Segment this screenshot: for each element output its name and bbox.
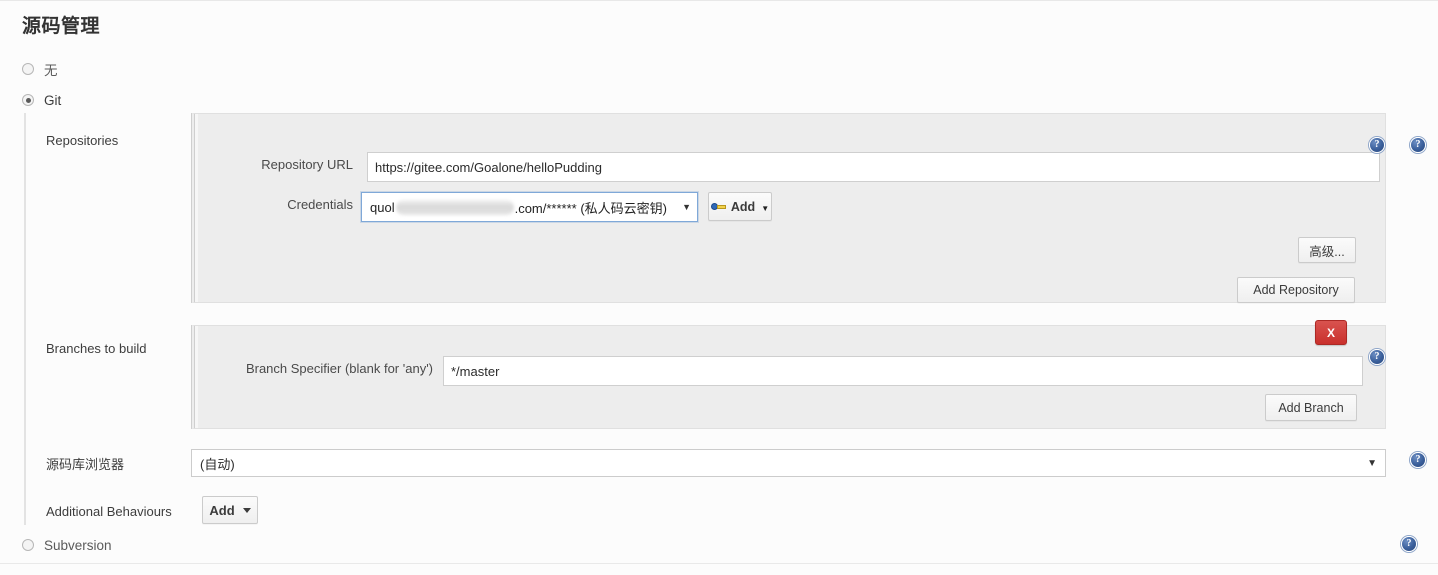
add-branch-label: Add Branch [1278, 400, 1344, 415]
repository-url-input[interactable] [367, 152, 1380, 182]
scm-configuration-page: 源码管理 无 Git Repositories Repository URL C… [0, 0, 1438, 575]
repositories-row: Repositories Repository URL Credentials … [26, 113, 1426, 307]
add-credentials-button[interactable]: Add ▼ [708, 192, 772, 221]
panel-accent-line [195, 326, 198, 428]
delete-branch-label: X [1326, 325, 1335, 340]
credentials-label: Credentials [287, 197, 353, 212]
branches-label: Branches to build [46, 341, 147, 356]
add-behaviour-label: Add [209, 502, 235, 518]
radio-subversion[interactable] [22, 539, 34, 551]
chevron-down-icon: ▼ [1367, 457, 1377, 469]
credentials-redacted-region [395, 199, 514, 215]
help-icon-branch-specifier[interactable]: ? [1369, 349, 1385, 365]
scm-option-none[interactable]: 无 [22, 59, 58, 79]
help-icon-repository-url[interactable]: ? [1369, 137, 1385, 153]
help-icon-subversion[interactable]: ? [1401, 536, 1417, 552]
caret-down-icon: ▼ [761, 204, 770, 213]
repositories-panel: Repository URL Credentials quol .com/***… [191, 113, 1386, 303]
scm-option-subversion-label: Subversion [44, 537, 112, 553]
help-icon-repositories[interactable]: ? [1410, 137, 1426, 153]
scm-option-subversion[interactable]: Subversion [22, 535, 112, 555]
repository-url-label: Repository URL [261, 157, 353, 172]
key-icon [710, 201, 726, 212]
add-credentials-label: Add [730, 199, 756, 214]
credentials-value-suffix: .com/****** (私人码云密钥) [514, 200, 667, 216]
panel-accent-line [195, 114, 198, 302]
credentials-value-prefix: quol [370, 199, 395, 215]
caret-down-icon [242, 507, 251, 513]
help-icon-repository-browser[interactable]: ? [1410, 452, 1426, 468]
repository-browser-label: 源码库浏览器 [46, 457, 125, 472]
additional-behaviours-label: Additional Behaviours [46, 504, 172, 519]
radio-none[interactable] [22, 63, 34, 75]
scm-option-git-label: Git [44, 92, 62, 108]
add-repository-button[interactable]: Add Repository [1237, 277, 1355, 303]
advanced-button[interactable]: 高级... [1298, 237, 1356, 263]
add-repository-label: Add Repository [1253, 283, 1339, 297]
page-title: 源码管理 [22, 16, 101, 37]
repository-browser-select[interactable]: (自动) ▼ [191, 449, 1386, 477]
repository-browser-row: 源码库浏览器 (自动) ▼ ? [26, 441, 1426, 485]
git-settings-block: Repositories Repository URL Credentials … [24, 113, 1426, 525]
branches-panel: Branch Specifier (blank for 'any') Add B… [191, 325, 1386, 429]
branch-specifier-input[interactable] [443, 356, 1363, 386]
add-behaviour-button[interactable]: Add [202, 496, 258, 524]
delete-branch-button[interactable]: X [1315, 320, 1347, 345]
scm-option-git[interactable]: Git [22, 90, 61, 110]
add-branch-button[interactable]: Add Branch [1265, 394, 1357, 421]
scm-option-none-label: 无 [44, 63, 58, 78]
additional-behaviours-row: Additional Behaviours Add [26, 491, 1414, 531]
branch-specifier-label: Branch Specifier (blank for 'any') [245, 361, 433, 376]
repositories-label: Repositories [46, 133, 119, 148]
chevron-down-icon: ▼ [682, 202, 691, 212]
repository-browser-value: (自动) [200, 456, 235, 472]
advanced-label: 高级... [1309, 244, 1345, 259]
bottom-divider [0, 563, 1438, 564]
branches-row: Branches to build Branch Specifier (blan… [26, 320, 1414, 435]
credentials-select[interactable]: quol .com/****** (私人码云密钥) ▼ [361, 192, 698, 222]
radio-git[interactable] [22, 94, 34, 106]
